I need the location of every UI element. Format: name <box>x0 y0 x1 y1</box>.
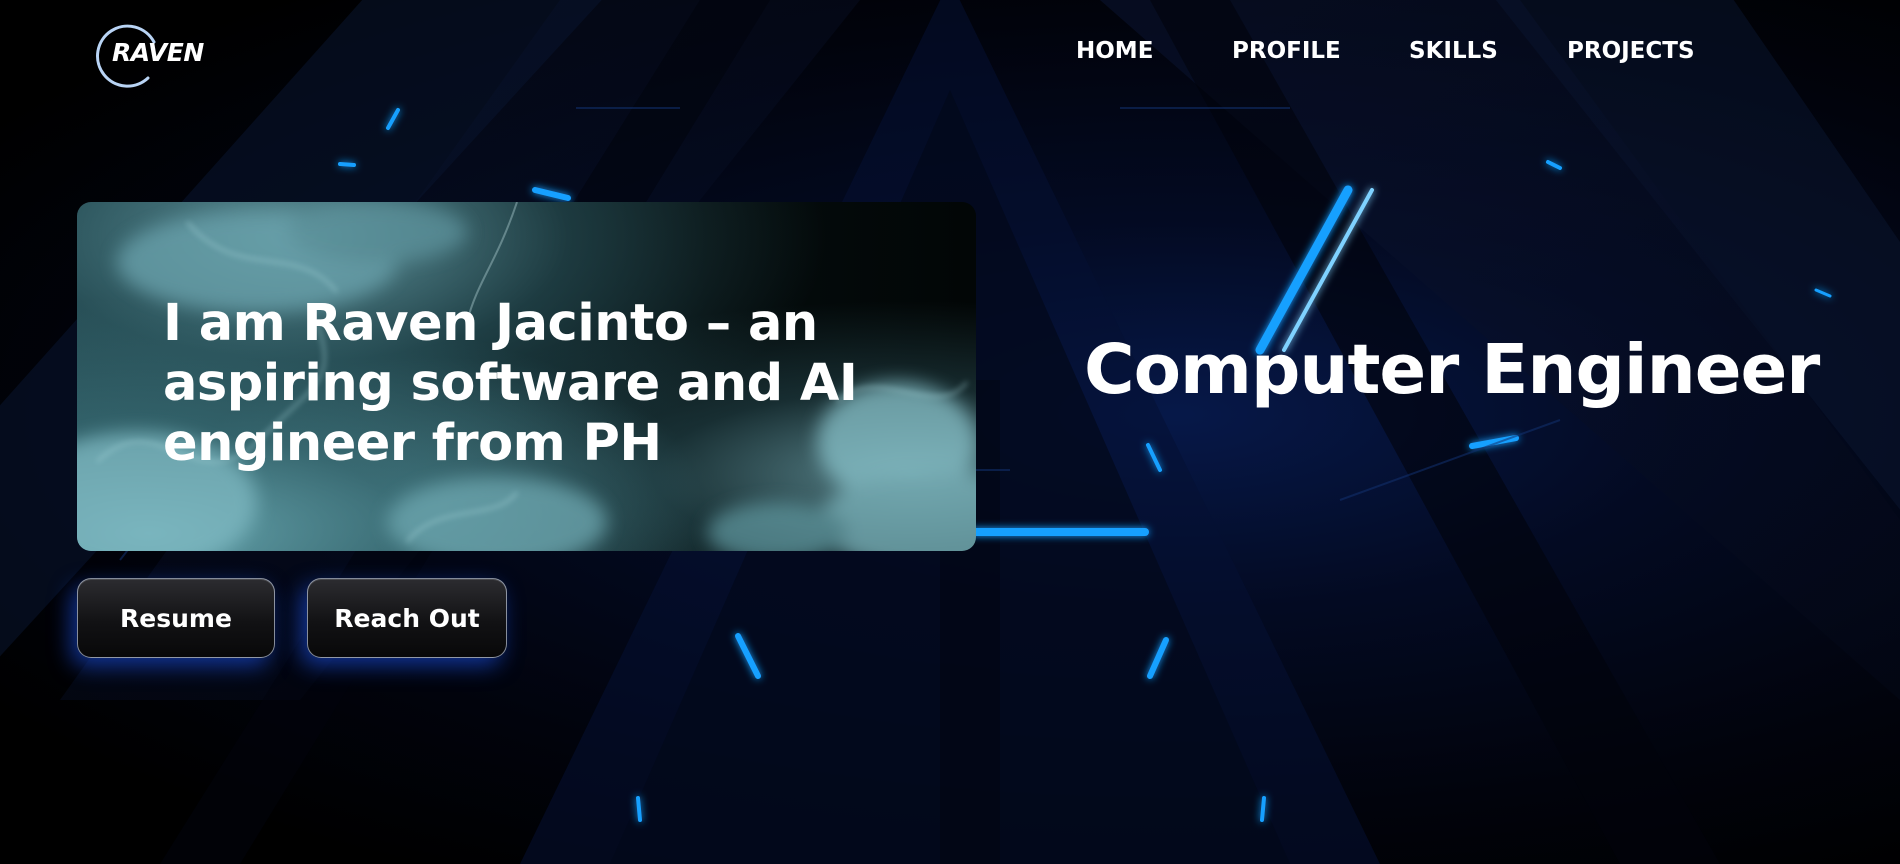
resume-button[interactable]: Resume <box>77 578 275 658</box>
reach-out-button[interactable]: Reach Out <box>307 578 507 658</box>
hero-subtitle: Computer Engineer <box>1084 330 1820 410</box>
hero-title: I am Raven Jacinto – an aspiring softwar… <box>163 294 858 473</box>
landing-page: RAVEN HOME PROFILE SKILLS PROJECTS I am … <box>0 0 1900 864</box>
logo-text[interactable]: RAVEN <box>112 38 204 67</box>
nav-home[interactable]: HOME <box>1076 38 1153 64</box>
hero-card: I am Raven Jacinto – an aspiring softwar… <box>77 202 976 551</box>
nav-projects[interactable]: PROJECTS <box>1567 38 1695 64</box>
nav-skills[interactable]: SKILLS <box>1409 38 1498 64</box>
nav-profile[interactable]: PROFILE <box>1232 38 1341 64</box>
